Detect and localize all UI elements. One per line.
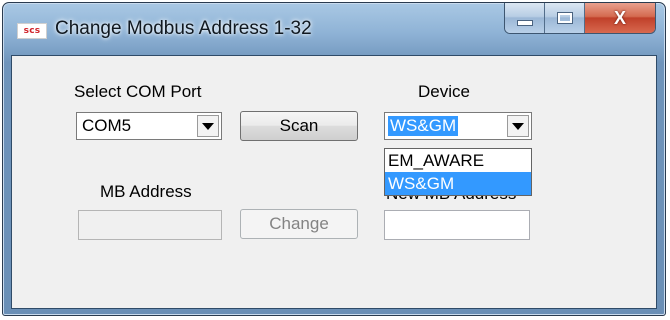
caption-buttons: X: [504, 3, 656, 34]
dialog-client-area: Select COM Port COM5 Scan Device WS&GM M…: [11, 55, 657, 309]
maximize-icon: [556, 12, 573, 24]
device-option-em-aware[interactable]: EM_AWARE: [385, 149, 531, 172]
device-option-ws-gm[interactable]: WS&GM: [385, 172, 531, 195]
app-icon: scs: [17, 23, 47, 39]
chevron-down-icon: [512, 122, 524, 130]
maximize-button[interactable]: [545, 3, 585, 33]
change-button: Change: [240, 209, 358, 239]
com-port-label: Select COM Port: [74, 82, 202, 101]
scan-button[interactable]: Scan: [240, 111, 358, 141]
close-icon: X: [613, 7, 626, 28]
mb-address-label: MB Address: [100, 182, 192, 201]
device-dropdown-list: EM_AWARE WS&GM: [384, 148, 532, 196]
device-label: Device: [418, 82, 470, 101]
com-port-value: COM5: [82, 116, 132, 135]
title-bar[interactable]: scs Change Modbus Address 1-32 X: [3, 3, 665, 59]
mb-address-field: [78, 210, 222, 240]
chevron-down-icon: [202, 122, 214, 130]
new-mb-address-field[interactable]: [384, 210, 530, 240]
minimize-button[interactable]: [505, 3, 545, 33]
window-title: Change Modbus Address 1-32: [55, 18, 312, 39]
close-button[interactable]: X: [585, 3, 655, 33]
com-port-select[interactable]: COM5: [76, 112, 222, 140]
com-port-dropdown-button[interactable]: [197, 115, 219, 137]
device-select[interactable]: WS&GM: [384, 112, 532, 140]
device-dropdown-button[interactable]: [507, 115, 529, 137]
device-value: WS&GM: [388, 116, 459, 136]
dialog-window: scs Change Modbus Address 1-32 X Select …: [2, 2, 666, 316]
minimize-icon: [516, 20, 533, 26]
